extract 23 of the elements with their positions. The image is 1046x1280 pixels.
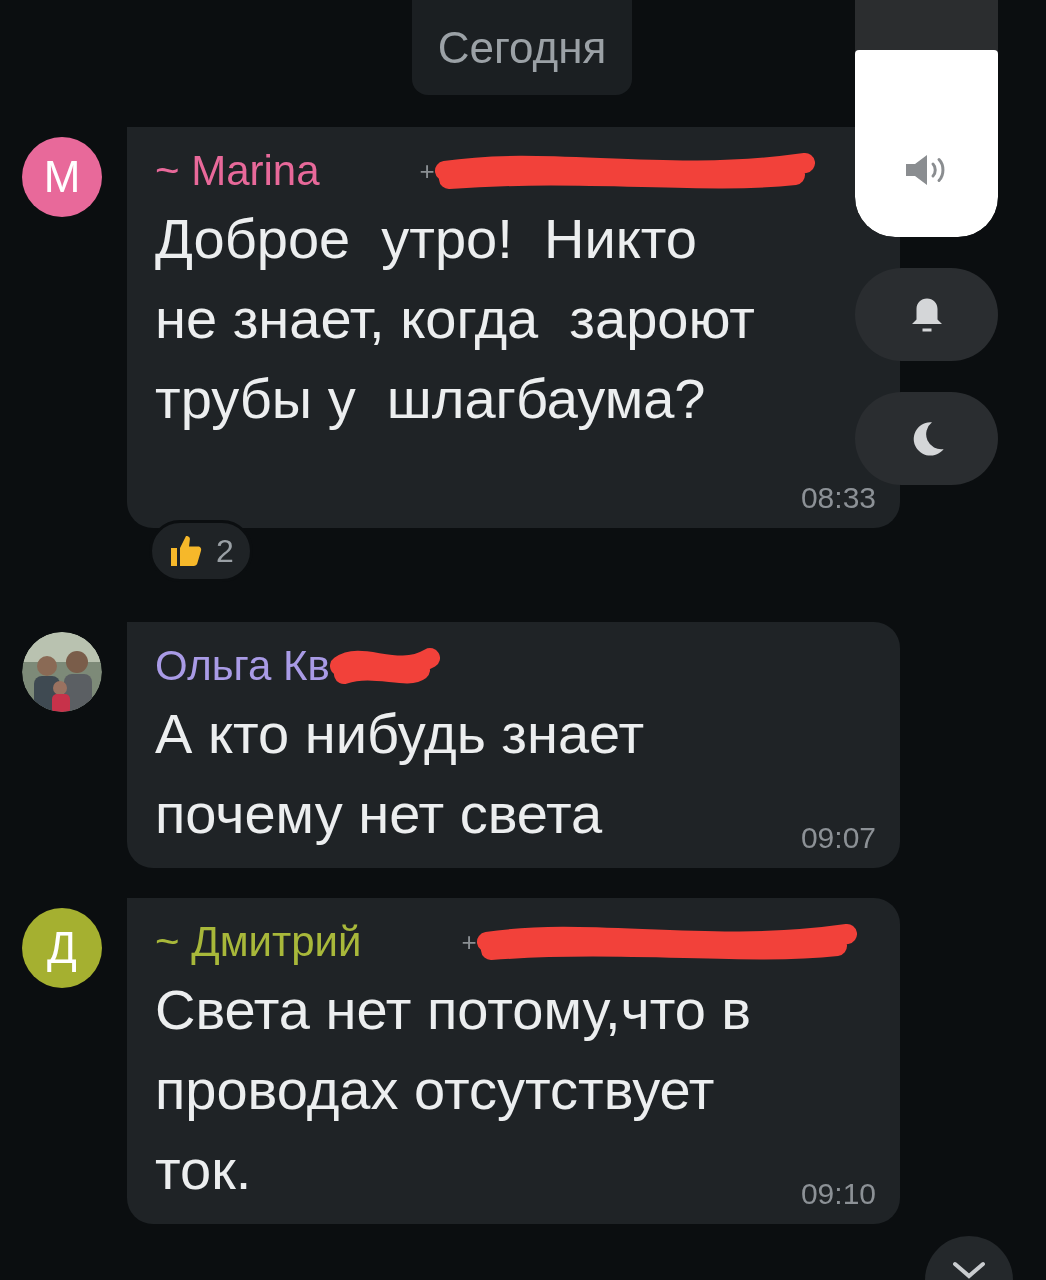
message-text: Доброе утро! Никто (155, 206, 697, 272)
reaction-chip[interactable]: 2 (149, 520, 253, 582)
phone-number: + (419, 154, 435, 188)
reaction-count: 2 (216, 532, 234, 571)
chevron-down-icon (951, 1260, 987, 1280)
message-text: трубы у шлагбаума? (155, 366, 706, 432)
message-text: не знает, когда зароют (155, 286, 755, 352)
message-text: А кто нибудь знает (155, 701, 645, 767)
thumbs-up-icon (168, 533, 204, 569)
message-time: 08:33 (800, 481, 876, 514)
message-time: 09:10 (800, 1177, 876, 1210)
message-text: ток. (155, 1137, 252, 1203)
sender-name[interactable]: ~ Marina (155, 150, 320, 192)
date-chip: Сегодня (411, 0, 633, 95)
message-text: проводах отсутствует (155, 1057, 715, 1123)
volume-slider[interactable] (855, 0, 998, 237)
message-time: 09:07 (800, 821, 876, 854)
sender-name[interactable]: ~ Дмитрий (155, 921, 362, 963)
message-text: почему нет света (155, 781, 603, 847)
message-text: Света нет потому,что в (155, 977, 752, 1043)
sender-name[interactable]: Ольга Кв (155, 645, 330, 687)
phone-number: + (461, 925, 477, 959)
avatar[interactable]: M (22, 137, 102, 217)
